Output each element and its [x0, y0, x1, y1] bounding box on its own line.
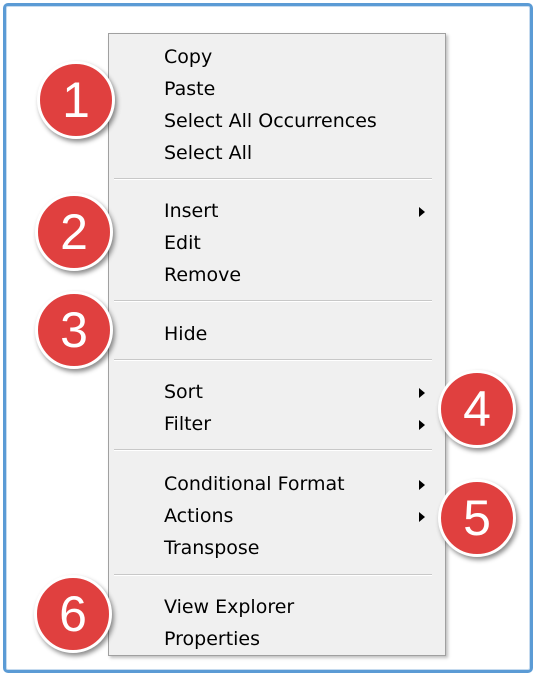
menu-item-label: Filter	[164, 413, 212, 435]
menu-item-label: Transpose	[164, 537, 260, 559]
menu-item-insert[interactable]: Insert	[109, 195, 445, 227]
chevron-right-icon	[419, 207, 425, 217]
menu-item-label: Hide	[164, 323, 208, 345]
menu-item-paste[interactable]: Paste	[109, 73, 445, 105]
menu-item-label: Properties	[164, 628, 261, 650]
menu-separator	[114, 359, 432, 361]
menu-item-sort[interactable]: Sort	[109, 376, 445, 408]
chevron-right-icon	[419, 420, 425, 430]
menu-item-view-explorer[interactable]: View Explorer	[109, 591, 445, 623]
callout-badge-6: 6	[34, 575, 112, 653]
menu-item-label: Edit	[164, 232, 201, 254]
menu-item-edit[interactable]: Edit	[109, 227, 445, 259]
menu-item-label: View Explorer	[164, 596, 295, 618]
menu-item-copy[interactable]: Copy	[109, 41, 445, 73]
chevron-right-icon	[419, 480, 425, 490]
menu-separator	[114, 574, 432, 576]
menu-item-select-all[interactable]: Select All	[109, 137, 445, 169]
menu-separator	[114, 300, 432, 302]
menu-item-label: Paste	[164, 78, 216, 100]
menu-item-filter[interactable]: Filter	[109, 408, 445, 440]
callout-badge-4: 4	[438, 370, 516, 448]
context-menu: Copy Paste Select All Occurrences Select…	[108, 33, 446, 656]
menu-item-label: Select All Occurrences	[164, 110, 377, 132]
menu-item-select-all-occurrences[interactable]: Select All Occurrences	[109, 105, 445, 137]
callout-badge-5: 5	[438, 479, 516, 557]
chevron-right-icon	[419, 388, 425, 398]
menu-item-actions[interactable]: Actions	[109, 500, 445, 532]
menu-item-label: Select All	[164, 142, 253, 164]
callout-badge-3: 3	[35, 291, 113, 369]
menu-item-conditional-format[interactable]: Conditional Format	[109, 468, 445, 500]
menu-item-label: Sort	[164, 381, 203, 403]
menu-item-label: Remove	[164, 264, 242, 286]
chevron-right-icon	[419, 512, 425, 522]
menu-item-label: Insert	[164, 200, 219, 222]
callout-badge-2: 2	[35, 193, 113, 271]
menu-item-label: Copy	[164, 46, 213, 68]
menu-item-properties[interactable]: Properties	[109, 623, 445, 655]
menu-separator	[114, 449, 432, 451]
menu-item-hide[interactable]: Hide	[109, 318, 445, 350]
menu-item-transpose[interactable]: Transpose	[109, 532, 445, 564]
menu-item-remove[interactable]: Remove	[109, 259, 445, 291]
menu-separator	[114, 178, 432, 180]
callout-badge-1: 1	[37, 61, 115, 139]
menu-item-label: Actions	[164, 505, 234, 527]
menu-item-label: Conditional Format	[164, 473, 345, 495]
